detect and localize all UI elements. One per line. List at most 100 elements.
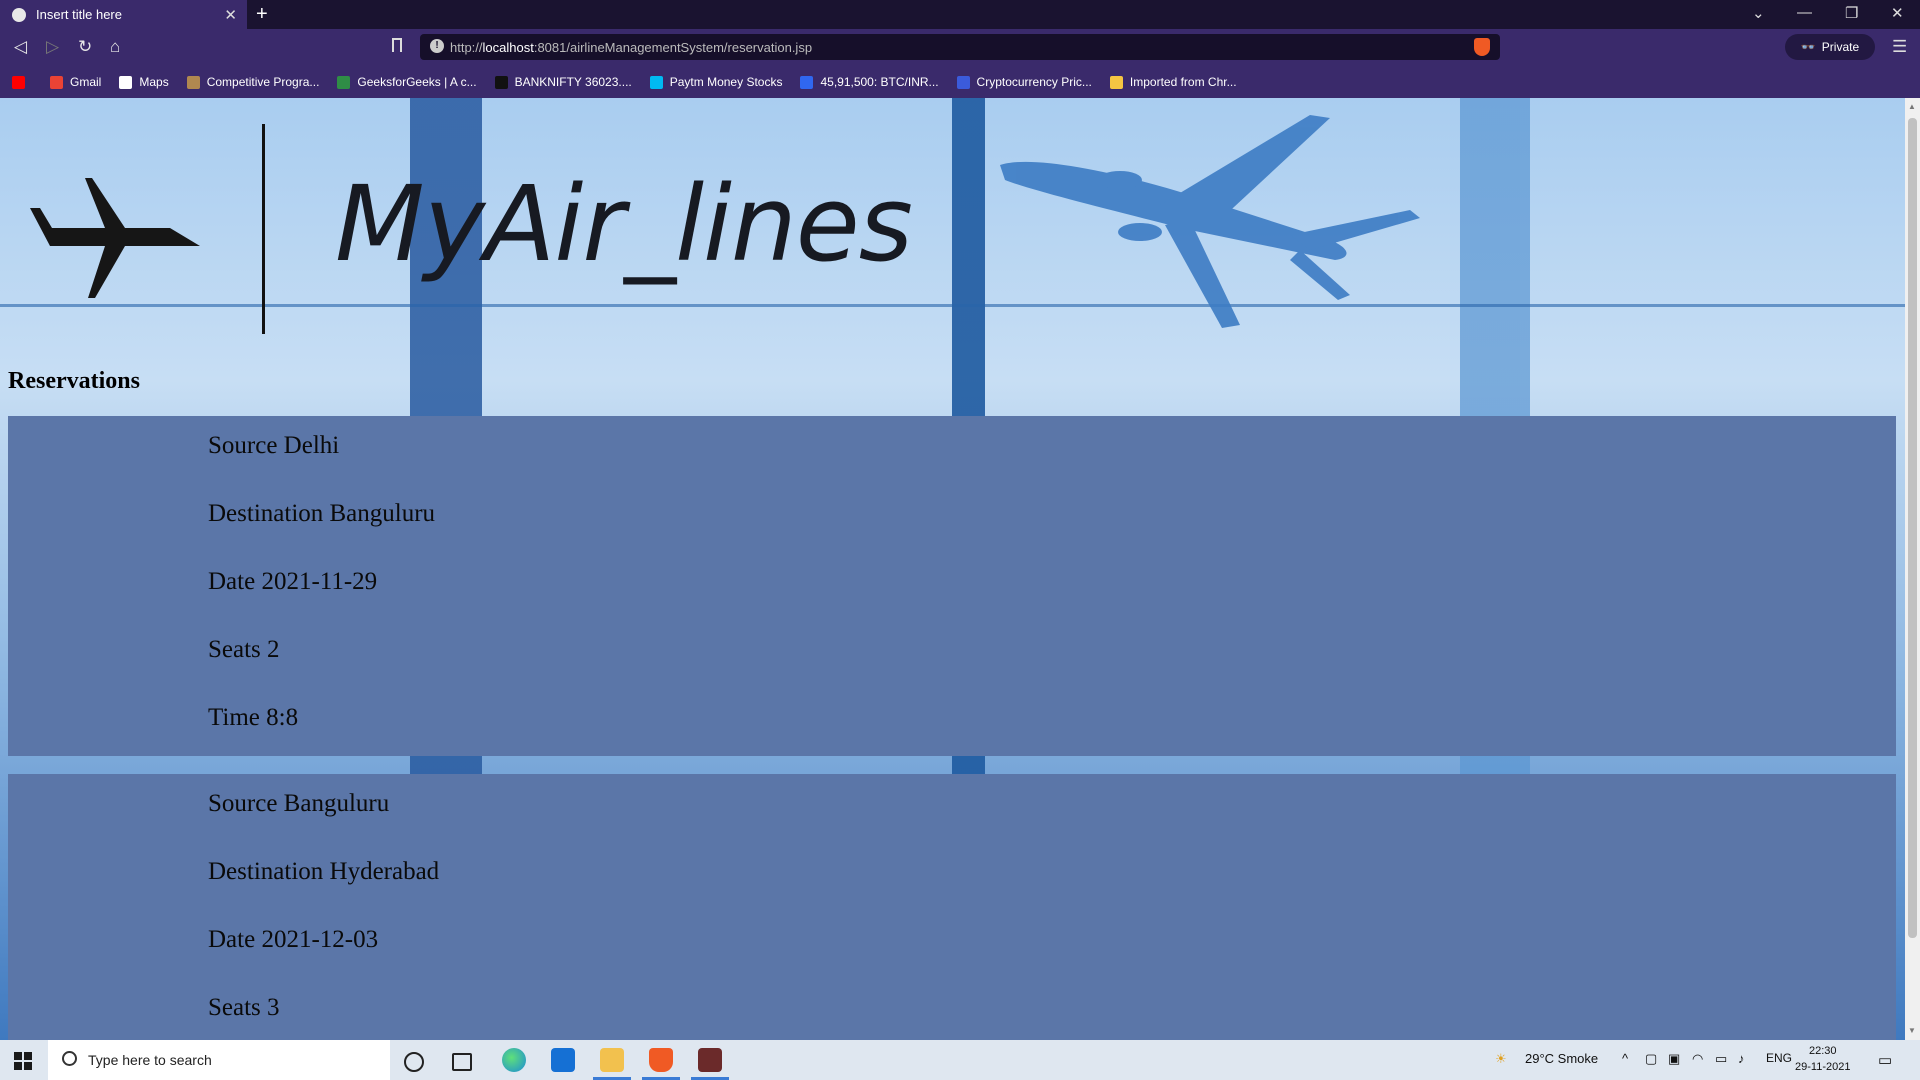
reservation-date: Date 2021-11-29 [208,568,378,595]
paytm-icon [649,75,663,89]
folder-icon [1109,75,1123,89]
taskbar-search-placeholder: Type here to search [88,1052,212,1068]
meet-now-icon[interactable]: ▢ [1645,1051,1657,1067]
bookmark-label: Paytm Money Stocks [669,75,783,89]
bookmark-label: GeeksforGeeks | A c... [357,75,477,89]
gfg-icon [337,75,351,89]
wifi-icon[interactable]: ◠ [1692,1051,1703,1067]
eclipse-ide-icon[interactable] [698,1048,722,1072]
menu-icon[interactable]: ☰ [1892,37,1907,57]
tradingview-icon [494,75,508,89]
reservation-destination: Destination Banguluru [208,500,436,527]
language-indicator[interactable]: ENG [1766,1051,1792,1065]
brave-shields-icon[interactable] [1474,38,1490,56]
bookmark-label: 45,91,500: BTC/INR... [820,75,939,89]
new-tab-button[interactable]: + [256,3,268,26]
google-icon [119,75,133,89]
back-icon[interactable]: ◁ [14,37,27,57]
page-content: MyAir_lines Reservations Source Delhi De… [0,98,1905,1040]
tab-active[interactable]: Insert title here ✕ [0,0,247,29]
window-close-icon[interactable]: ✕ [1891,4,1904,22]
forward-icon[interactable]: ▷ [46,37,59,57]
airline-logo-plane-icon [30,178,200,298]
reservation-time: Time 8:8 [208,704,299,731]
bookmark-item[interactable]: Competitive Progra... [186,75,320,89]
site-info-icon[interactable]: ! [430,39,444,53]
bookmark-icon[interactable] [392,38,402,52]
edge-browser-icon[interactable] [502,1048,526,1072]
windows-start-icon[interactable] [14,1052,32,1070]
private-glasses-icon: 👓 [1800,40,1816,54]
reservation-card: Source Delhi Destination Banguluru Date … [8,416,1896,756]
system-clock[interactable]: 22:30 29-11-2021 [1795,1043,1850,1075]
tab-close-icon[interactable]: ✕ [224,6,237,24]
restore-icon[interactable]: ❐ [1845,4,1858,22]
task-view-icon[interactable] [452,1053,472,1071]
cortana-icon[interactable] [404,1052,424,1072]
bookmark-item[interactable]: Cryptocurrency Pric... [956,75,1092,89]
url-prefix: http:// [450,39,483,55]
minimize-icon[interactable]: — [1797,4,1812,21]
bookmark-label: BANKNIFTY 36023.... [514,75,632,89]
bookmark-item[interactable]: BANKNIFTY 36023.... [494,75,632,89]
page-favicon-icon [12,7,26,22]
browser-toolbar: ◁ ▷ ↻ ⌂ ! http://localhost:8081/airlineM… [0,29,1920,66]
battery-icon[interactable]: ▭ [1715,1051,1727,1067]
clock-time: 22:30 [1808,1045,1837,1057]
logo-divider [262,124,265,334]
tab-title: Insert title here [36,7,122,22]
weather-icon[interactable]: ☀ [1495,1051,1507,1067]
tab-strip: Insert title here ✕ + ⌄ — ❐ ✕ [0,0,1920,29]
reservation-date: Date 2021-12-03 [208,926,379,953]
bookmark-item[interactable] [12,75,32,89]
scroll-down-icon[interactable]: ▼ [1908,1026,1916,1035]
display-icon[interactable]: ▣ [1668,1051,1680,1067]
bookmark-item[interactable]: Imported from Chr... [1109,75,1237,89]
brave-browser-icon[interactable] [649,1048,673,1072]
reservation-seats: Seats 3 [208,994,280,1021]
taskbar-search-input[interactable]: Type here to search [48,1040,390,1080]
search-icon [62,1051,77,1066]
volume-icon[interactable]: ♪ [1738,1051,1745,1066]
bookmark-item[interactable]: Gmail [50,75,101,89]
url-path: :8081/airlineManagementSystem/reservatio… [533,39,813,55]
reservation-source: Source Delhi [208,432,340,459]
background-rail [0,304,1905,307]
bookmark-item[interactable]: GeeksforGeeks | A c... [337,75,477,89]
private-window-badge[interactable]: 👓 Private [1785,34,1875,60]
weather-text[interactable]: 29°C Smoke [1525,1051,1598,1066]
notifications-icon[interactable]: ▭ [1878,1051,1892,1069]
bookmark-item[interactable]: Paytm Money Stocks [649,75,783,89]
bookmark-item[interactable]: 45,91,500: BTC/INR... [800,75,939,89]
bookmarks-bar: Gmail Maps Competitive Progra... GeeksforGe… [0,66,1920,98]
tab-search-icon[interactable]: ⌄ [1752,4,1765,22]
bookmark-item[interactable]: Maps [119,75,169,89]
site-logo-text: MyAir_lines [335,163,913,285]
reservation-seats: Seats 2 [208,636,280,663]
bookmark-label: Gmail [70,75,102,89]
scroll-up-icon[interactable]: ▲ [1908,102,1916,111]
mail-icon[interactable] [551,1048,575,1072]
page-title: Reservations [8,368,140,394]
url-host: localhost [482,39,534,55]
reservation-destination: Destination Hyderabad [208,858,440,885]
reservation-source: Source Banguluru [208,790,390,817]
coingecko-icon [956,75,970,89]
youtube-icon [12,75,25,89]
bookmark-label: Competitive Progra... [206,75,320,89]
bookmark-label: Maps [139,75,169,89]
bookmark-label: Imported from Chr... [1129,75,1237,89]
clock-date: 29-11-2021 [1795,1061,1851,1073]
gmail-icon [50,75,63,89]
scrollbar-thumb[interactable] [1908,118,1917,938]
reload-icon[interactable]: ↻ [78,37,92,57]
private-label: Private [1821,40,1860,54]
background-airplane-image [1000,115,1420,328]
show-hidden-icons-icon[interactable]: ^ [1622,1051,1628,1066]
reservation-card: Source Banguluru Destination Hyderabad D… [8,774,1896,1040]
file-explorer-icon[interactable] [600,1048,624,1072]
home-icon[interactable]: ⌂ [110,37,120,57]
address-bar[interactable]: ! http://localhost:8081/airlineManagemen… [420,34,1500,60]
bookmark-label: Cryptocurrency Pric... [976,75,1092,89]
page-scrollbar[interactable]: ▲ ▼ [1905,98,1920,1040]
